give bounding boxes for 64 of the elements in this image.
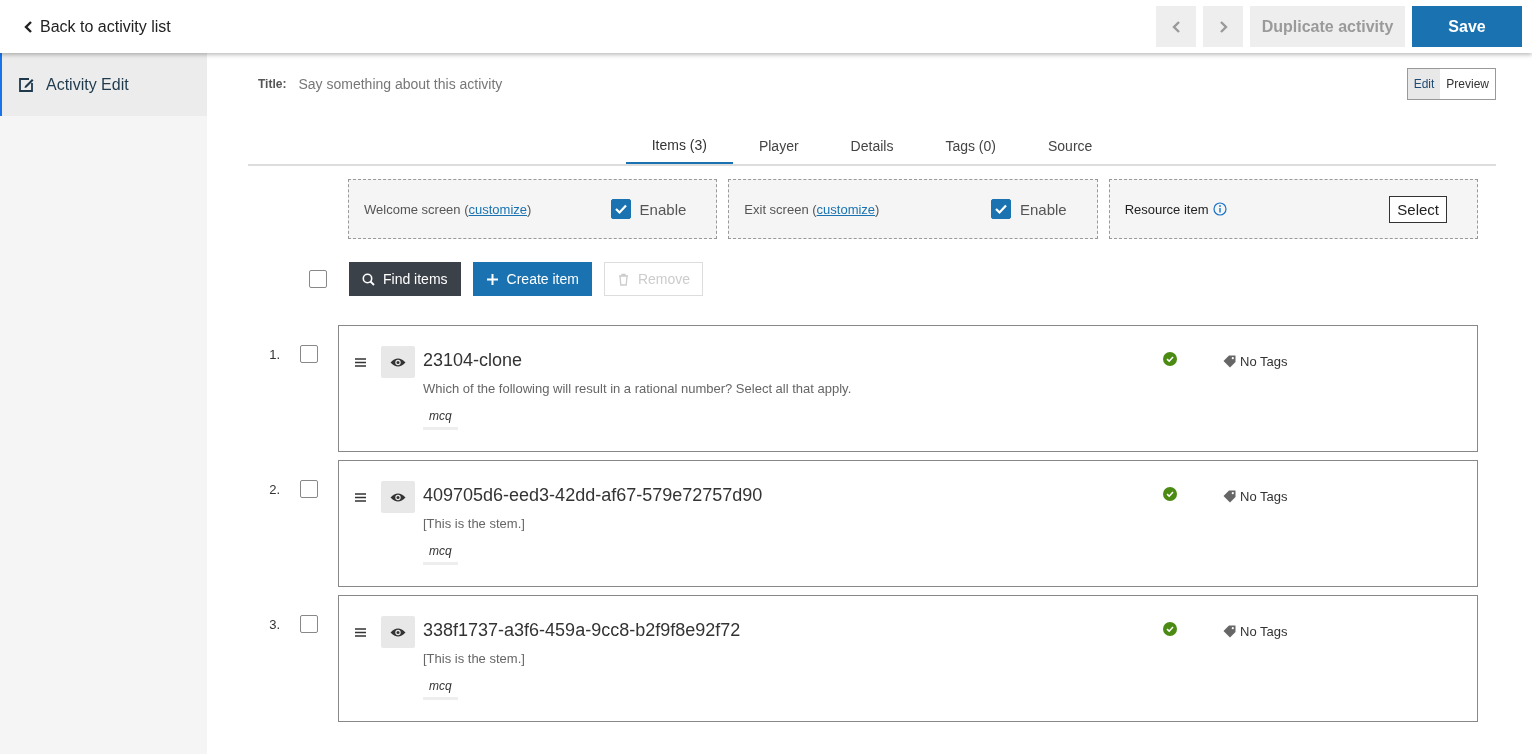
info-icon [1213,202,1228,216]
item-checkbox[interactable] [300,345,318,363]
enable-label: Enable [639,200,687,218]
sidebar-item-label: Activity Edit [46,75,129,94]
item-checkbox[interactable] [300,615,318,633]
title-label: Title: [258,76,287,91]
checkmark-icon [993,202,1008,216]
drag-handle-icon [355,628,366,637]
item-type-label: mcq [423,409,458,430]
item-type-label: mcq [423,679,458,700]
tab[interactable]: Items (3) [625,128,733,164]
enable-label: Enable [1019,200,1067,218]
screen-label: Resource item [1124,201,1209,217]
view-toggle-button[interactable]: Edit [1407,68,1441,99]
preview-button[interactable] [381,481,415,513]
select-all-checkbox[interactable] [309,270,327,288]
item-type-label: mcq [423,544,458,565]
item-stem: [This is the stem.] [423,516,526,531]
drag-handle-icon [355,493,366,502]
chevron-left-icon [24,20,33,33]
tag-icon [1223,625,1236,638]
trash-icon [616,272,630,286]
item-stem: [This is the stem.] [423,651,526,666]
screen-label: Welcome screen (customize) [364,201,532,217]
create-item-button[interactable]: Create item [472,262,592,296]
item-stem: Which of the following will result in a rational number? Select all that apply. [423,381,853,396]
preview-button[interactable] [381,346,415,378]
tags-label: No Tags [1240,354,1288,369]
tags-label: No Tags [1240,489,1288,504]
item-title: 23104-clone [423,350,524,371]
enable-checkbox[interactable] [990,199,1011,219]
checkmark-icon [613,202,628,216]
chevron-right-icon [1218,20,1228,33]
screen-label: Exit screen (customize) [744,201,880,217]
eye-icon [390,626,406,638]
item-title: 409705d6-eed3-42dd-af67-579e72757d90 [423,485,764,506]
item-checkbox[interactable] [300,480,318,498]
item-number: 1. [269,346,280,362]
back-link[interactable]: Back to activity list [24,17,171,36]
preview-button[interactable] [381,616,415,648]
tab[interactable]: Source [1021,128,1119,164]
item-title: 338f1737-a3f6-459a-9cc8-b2f9f8e92f72 [423,620,742,641]
tag-icon [1223,490,1236,503]
plus-icon [485,272,499,286]
save-button[interactable]: Save [1412,6,1522,47]
search-icon [362,272,375,286]
tags-label: No Tags [1240,624,1288,639]
item-number: 3. [269,616,280,632]
select-button[interactable]: Select [1389,195,1447,223]
eye-icon [390,491,406,503]
find-items-button[interactable]: Find items [349,262,461,296]
enable-checkbox[interactable] [610,199,631,219]
tab[interactable]: Tags (0) [919,128,1022,164]
sidebar-item[interactable]: Activity Edit [0,53,207,116]
customize-link[interactable]: customize [468,201,528,217]
item-number: 2. [269,481,280,497]
drag-handle-icon [355,358,366,367]
customize-link[interactable]: customize [816,201,876,217]
eye-icon [390,356,406,368]
chevron-left-icon [1171,20,1181,33]
tab[interactable]: Details [824,128,920,164]
edit-icon [18,76,34,93]
tag-icon [1223,355,1236,368]
tab[interactable]: Player [732,128,825,164]
